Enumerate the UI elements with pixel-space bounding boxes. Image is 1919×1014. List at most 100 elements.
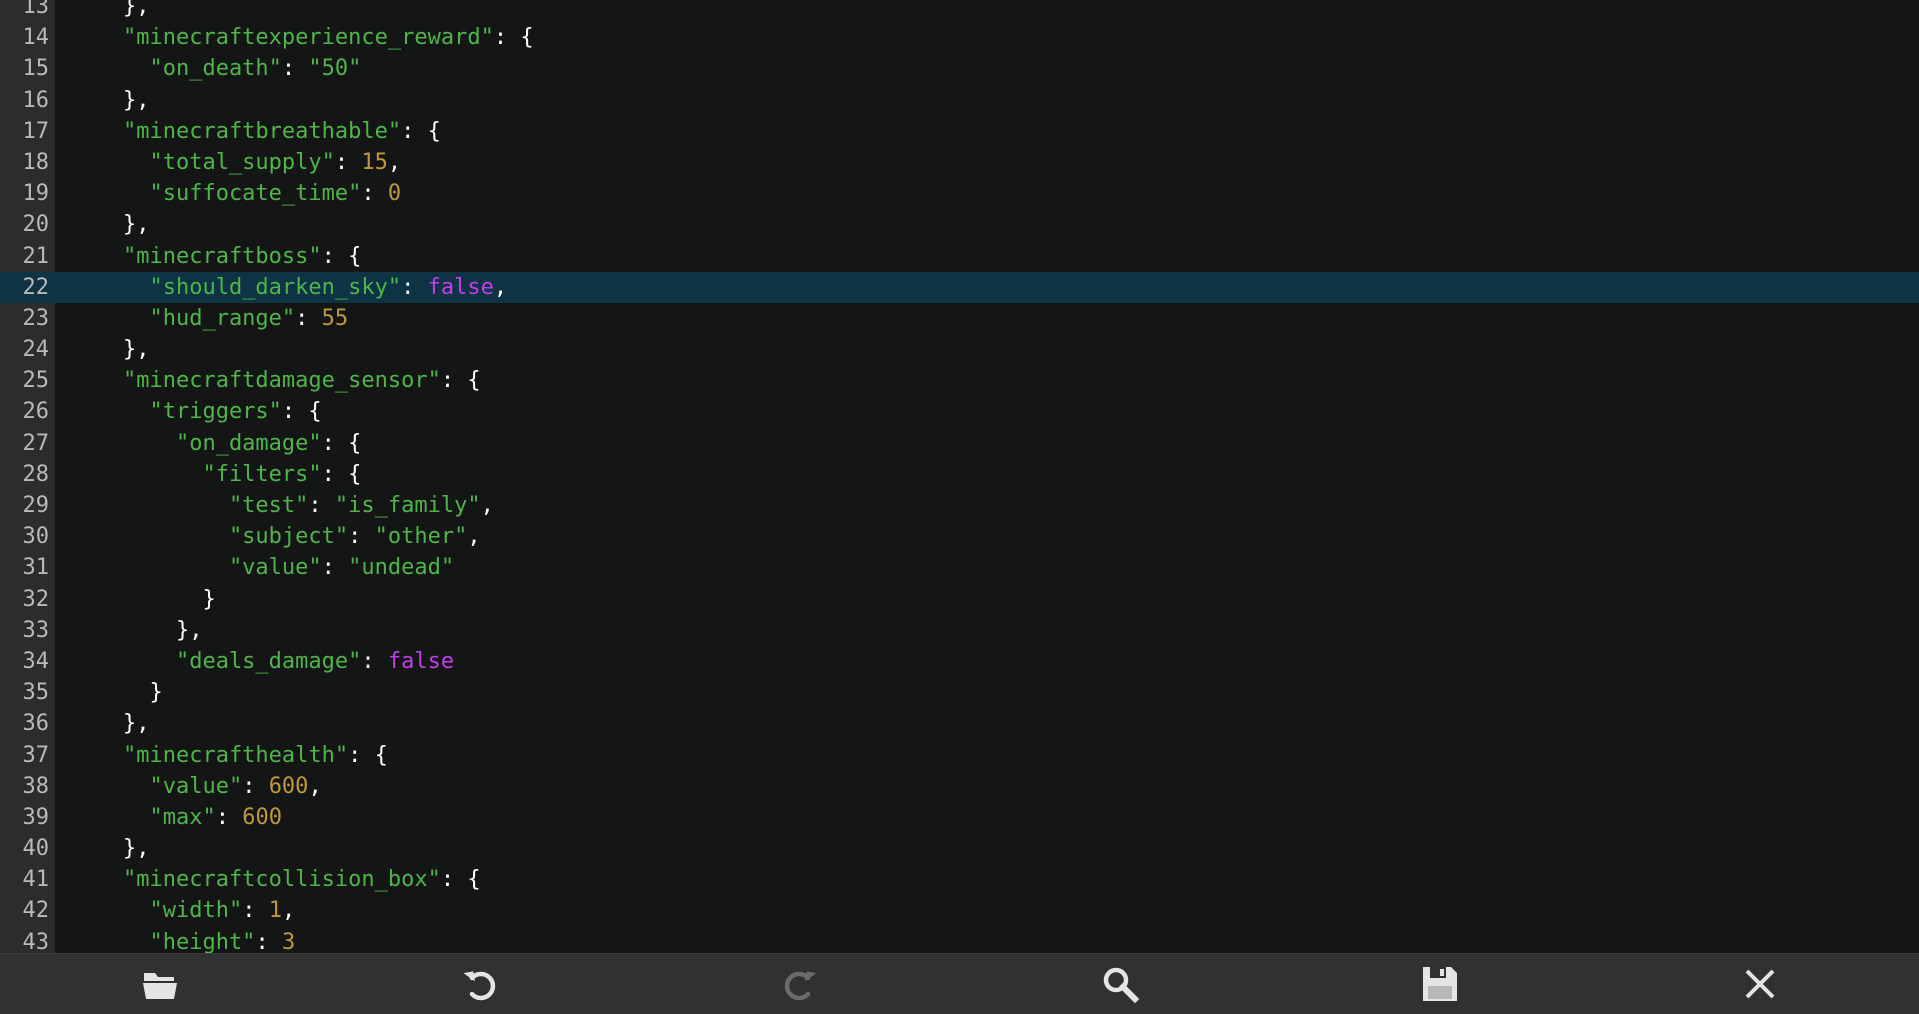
undo-icon	[463, 971, 496, 1001]
code-token: 600	[268, 773, 309, 799]
code-line[interactable]: 19 "suffocate_time": 0	[0, 178, 1919, 209]
code-token: "test"	[70, 493, 309, 518]
line-code: "width": 1,	[70, 895, 295, 926]
code-line[interactable]: 28 "filters": {	[0, 459, 1919, 490]
code-token: ,	[467, 524, 481, 550]
code-token: : {	[321, 243, 362, 269]
line-code: },	[70, 0, 150, 22]
code-line[interactable]: 21 "minecraftboss": {	[0, 241, 1919, 272]
line-number: 41	[22, 867, 50, 893]
code-token: "minecraftbreathable"	[70, 118, 402, 144]
line-number: 36	[22, 711, 50, 737]
close-button[interactable]	[1738, 962, 1782, 1006]
code-token: : {	[321, 430, 362, 456]
code-token: "50"	[308, 56, 362, 82]
code-token: "minecraftcollision_box"	[70, 867, 441, 893]
line-code: "triggers": {	[70, 396, 321, 427]
line-number: 15	[22, 56, 50, 82]
code-line[interactable]: 24 },	[0, 334, 1919, 365]
code-line[interactable]: 41 "minecraftcollision_box": {	[0, 864, 1919, 895]
code-token: },	[70, 0, 150, 19]
line-code: "max": 600	[70, 802, 282, 833]
line-number: 28	[22, 461, 50, 487]
code-token: "minecrafthealth"	[70, 742, 349, 768]
code-token: "value"	[70, 773, 243, 799]
code-line[interactable]: 42 "width": 1,	[0, 895, 1919, 926]
code-token: ,	[281, 898, 296, 924]
code-line[interactable]: 26 "triggers": {	[0, 396, 1919, 427]
code-line[interactable]: 29 "test": "is_family",	[0, 490, 1919, 521]
code-token: "value"	[70, 555, 322, 581]
line-code: },	[70, 334, 150, 365]
line-code: "on_damage": {	[70, 428, 361, 459]
line-code: "subject": "other",	[70, 521, 481, 552]
code-line[interactable]: 31 "value": "undead"	[0, 552, 1919, 583]
code-token: ,	[387, 149, 402, 175]
code-line[interactable]: 23 "hud_range": 55	[0, 303, 1919, 334]
open-folder-button[interactable]	[138, 962, 182, 1006]
line-number: 24	[22, 337, 50, 363]
code-token: 3	[281, 929, 296, 953]
code-token: "filters"	[70, 461, 322, 487]
line-code: "should_darken_sky": false,	[70, 272, 507, 303]
code-line[interactable]: 18 "total_supply": 15,	[0, 147, 1919, 178]
code-token: "minecraftexperience_reward"	[70, 25, 494, 51]
code-token: : {	[493, 25, 534, 51]
code-line[interactable]: 13 },	[0, 0, 1919, 22]
line-number: 35	[22, 680, 50, 706]
code-line[interactable]: 33 },	[0, 615, 1919, 646]
code-token: 0	[387, 181, 402, 207]
code-token: :	[401, 274, 428, 300]
redo-button[interactable]	[778, 962, 822, 1006]
code-line[interactable]: 30 "subject": "other",	[0, 521, 1919, 552]
code-token: 55	[321, 305, 349, 331]
code-token: ,	[480, 493, 494, 518]
code-line[interactable]: 17 "minecraftbreathable": {	[0, 116, 1919, 147]
save-button[interactable]	[1418, 962, 1462, 1006]
code-token: },	[70, 711, 150, 737]
line-code: "minecraftboss": {	[70, 241, 361, 272]
code-token: 600	[242, 804, 282, 830]
line-number: 20	[22, 212, 50, 238]
code-token: : {	[440, 867, 481, 893]
line-code: "value": 600,	[70, 771, 322, 802]
code-line[interactable]: 25 "minecraftdamage_sensor": {	[0, 365, 1919, 396]
code-line[interactable]: 27 "on_damage": {	[0, 428, 1919, 459]
line-code: "suffocate_time": 0	[70, 178, 401, 209]
code-token: 15	[361, 149, 388, 175]
code-line[interactable]: 37 "minecrafthealth": {	[0, 740, 1919, 771]
line-number: 42	[22, 898, 50, 924]
code-line[interactable]: 35 }	[0, 677, 1919, 708]
code-line[interactable]: 14 "minecraftexperience_reward": {	[0, 22, 1919, 53]
code-line[interactable]: 39 "max": 600	[0, 802, 1919, 833]
code-line[interactable]: 32 }	[0, 584, 1919, 615]
undo-button[interactable]	[458, 962, 502, 1006]
code-token: "hud_range"	[70, 305, 296, 331]
code-line[interactable]: 38 "value": 600,	[0, 771, 1919, 802]
code-line[interactable]: 20 },	[0, 209, 1919, 240]
line-number: 21	[22, 243, 50, 269]
line-code: "minecrafthealth": {	[70, 740, 388, 771]
line-number: 38	[22, 773, 50, 799]
code-line[interactable]: 15 "on_death": "50"	[0, 53, 1919, 84]
search-button[interactable]	[1098, 962, 1142, 1006]
line-code: "on_death": "50"	[70, 53, 361, 84]
code-line[interactable]: 34 "deals_damage": false	[0, 646, 1919, 677]
code-token: :	[242, 773, 269, 799]
code-line[interactable]: 40 },	[0, 833, 1919, 864]
code-token: "on_damage"	[70, 430, 322, 456]
code-token: 1	[268, 898, 282, 924]
code-token: ,	[493, 274, 508, 300]
code-token: },	[70, 87, 150, 113]
code-line[interactable]: 22 "should_darken_sky": false,	[0, 271, 1919, 303]
line-code: "filters": {	[70, 459, 361, 490]
code-editor[interactable]: 13 }, 14 "minecraftexperience_reward": {1…	[0, 0, 1919, 953]
code-token: ,	[308, 773, 322, 799]
code-line[interactable]: 43 "height": 3	[0, 927, 1919, 953]
line-number: 37	[22, 742, 50, 768]
line-number: 32	[22, 586, 50, 612]
code-line[interactable]: 36 },	[0, 708, 1919, 739]
line-number: 26	[22, 399, 50, 425]
code-line[interactable]: 16 },	[0, 85, 1919, 116]
code-token: :	[308, 493, 335, 518]
